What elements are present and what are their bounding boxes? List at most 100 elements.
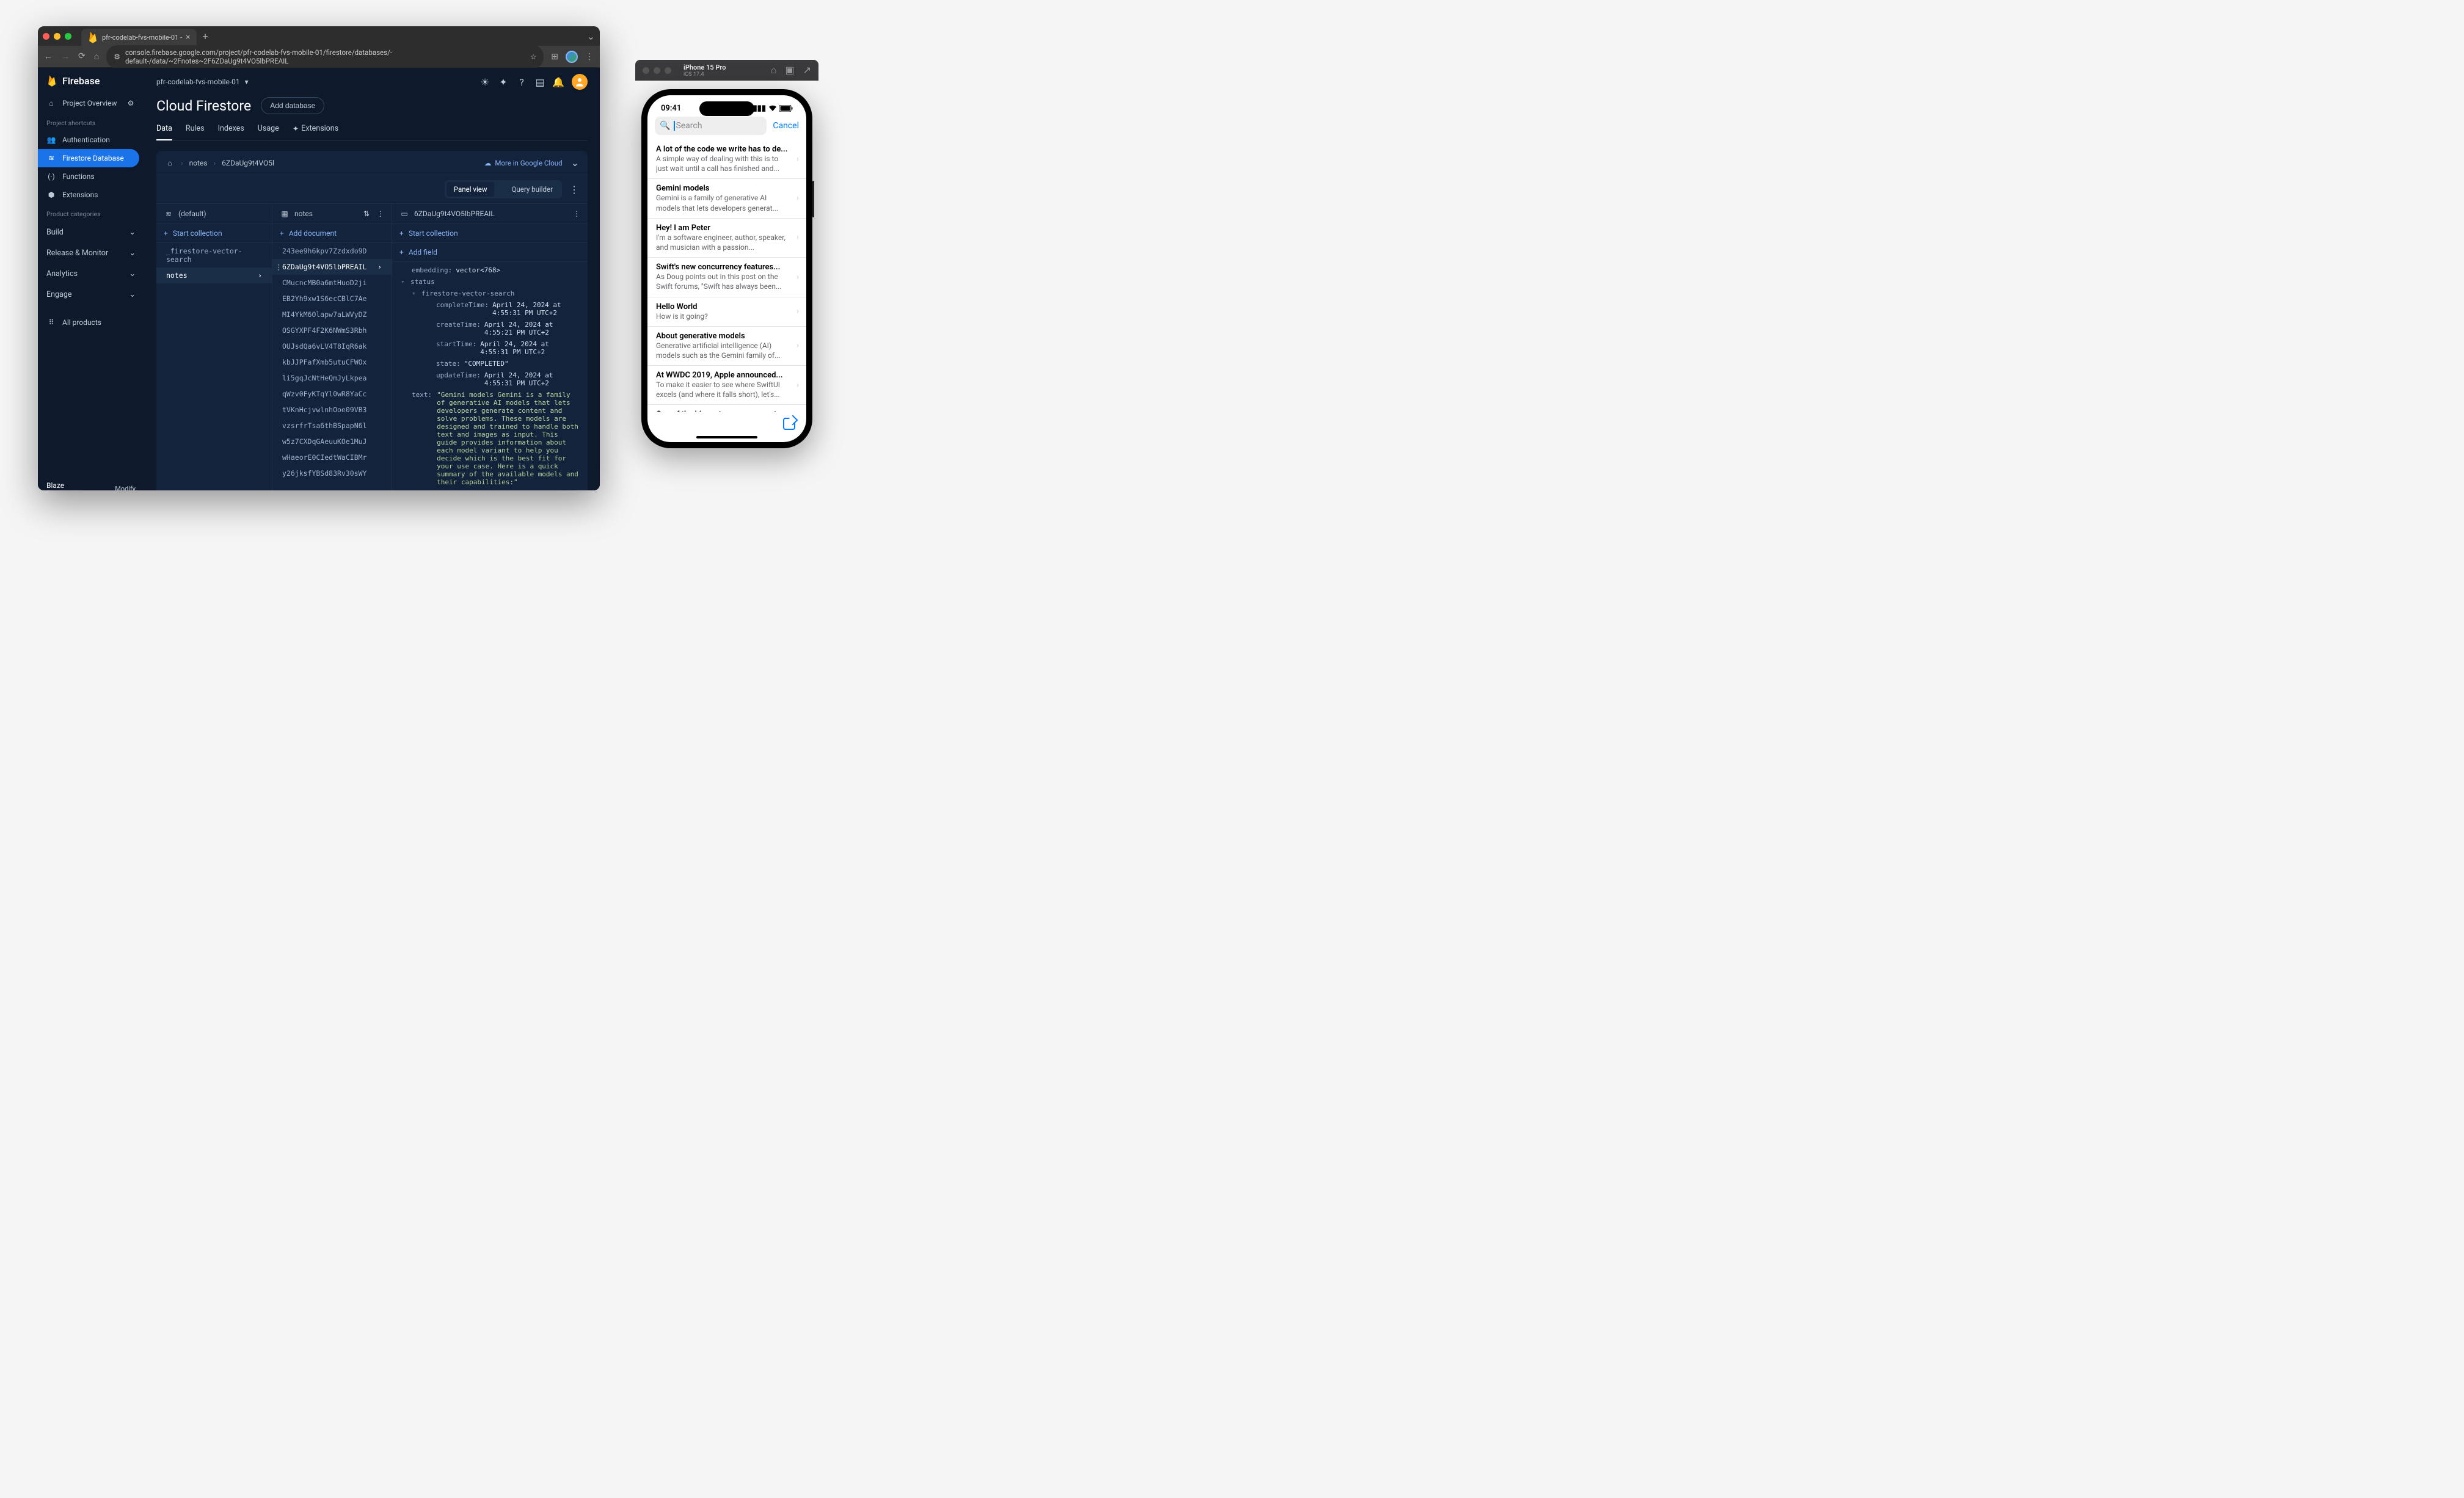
path-document[interactable]: 6ZDaUg9t4VO5l xyxy=(222,159,274,167)
sidebar-cat-engage[interactable]: Engage⌄ xyxy=(38,284,144,305)
browser-tab[interactable]: pfr-codelab-fvs-mobile-01 - × xyxy=(81,29,197,46)
gear-icon[interactable]: ⚙ xyxy=(126,98,136,108)
query-builder-button[interactable]: Query builder xyxy=(504,182,560,197)
document-item[interactable]: EB2Yh9xw1S6ecCBlC7Ae xyxy=(272,291,392,307)
sidebar-item-extensions[interactable]: ⬢Extensions xyxy=(38,186,144,204)
profile-avatar-icon[interactable] xyxy=(566,51,578,63)
field-row[interactable]: state: "COMPLETED" xyxy=(392,358,588,369)
extensions-icon[interactable]: ⊞ xyxy=(551,52,558,62)
field-row[interactable]: text: "Gemini models Gemini is a family … xyxy=(392,389,588,488)
document-item[interactable]: qWzv0FyKTqYl0wR8YaCc xyxy=(272,386,392,402)
sidebar-cat-release[interactable]: Release & Monitor⌄ xyxy=(38,242,144,263)
project-selector[interactable]: pfr-codelab-fvs-mobile-01 ▾ xyxy=(156,78,249,86)
compose-button[interactable] xyxy=(783,418,795,430)
home-icon[interactable]: ⌂ xyxy=(165,158,175,168)
more-menu-icon[interactable]: ⋮ xyxy=(377,209,384,218)
field-row[interactable]: embedding: vector<768> xyxy=(392,264,588,276)
theme-toggle-icon[interactable]: ☀ xyxy=(480,77,490,87)
home-icon[interactable]: ⌂ xyxy=(771,64,777,76)
panel-view-button[interactable]: Panel view xyxy=(447,182,495,197)
document-item[interactable]: OSGYXPF4F2K6NWmS3Rbh xyxy=(272,322,392,338)
filter-icon[interactable]: ⇅ xyxy=(363,209,370,218)
tab-extensions[interactable]: ✦Extensions xyxy=(293,124,338,140)
field-row[interactable]: completeTime: April 24, 2024 at 4:55:31 … xyxy=(392,299,588,319)
window-traffic-lights[interactable] xyxy=(43,33,71,40)
more-menu-icon[interactable]: ⋮ xyxy=(569,184,579,195)
collection-item[interactable]: _firestore-vector-search xyxy=(156,243,272,267)
document-item[interactable]: y26jksfYBSd83Rv30sWY xyxy=(272,465,392,481)
sidebar-item-functions[interactable]: (·)Functions xyxy=(38,167,144,186)
bookmark-icon[interactable]: ☆ xyxy=(530,53,536,61)
note-item[interactable]: Hey! I am PeterI'm a software engineer, … xyxy=(647,219,806,258)
more-in-cloud-link[interactable]: ☁More in Google Cloud xyxy=(484,159,563,167)
add-database-button[interactable]: Add database xyxy=(261,97,324,114)
note-item[interactable]: At WWDC 2019, Apple announced...To make … xyxy=(647,366,806,405)
more-menu-icon[interactable]: ⋮ xyxy=(573,209,580,218)
note-item[interactable]: Gemini modelsGemini is a family of gener… xyxy=(647,179,806,218)
document-item[interactable]: wHaeorE0CIedtWaCIBMr xyxy=(272,449,392,465)
modify-plan-button[interactable]: Modify xyxy=(115,485,136,490)
document-item[interactable]: 243ee9h6kpv7Zzdxdo9D xyxy=(272,243,392,259)
document-item[interactable]: CMucncMB0a6mtHuoD2ji xyxy=(272,275,392,291)
sidebar-item-firestore[interactable]: ≋Firestore Database xyxy=(38,149,139,167)
collection-item[interactable]: notes› xyxy=(156,267,272,283)
tab-close-icon[interactable]: × xyxy=(186,32,190,42)
document-item[interactable]: vzsrfrTsa6thBSpapN6l xyxy=(272,418,392,434)
site-settings-icon[interactable]: ⚙ xyxy=(114,53,120,61)
search-input[interactable]: 🔍 Search xyxy=(655,117,767,135)
cancel-button[interactable]: Cancel xyxy=(773,121,799,131)
chevron-down-icon[interactable]: ⌄ xyxy=(587,31,595,42)
document-item[interactable]: w5z7CXDqGAeuuKOe1MuJ xyxy=(272,434,392,449)
notes-icon[interactable]: ▤ xyxy=(535,77,545,87)
note-item[interactable]: A lot of the code we write has to de...A… xyxy=(647,140,806,179)
reload-icon[interactable]: ⟳ xyxy=(78,51,86,62)
note-item[interactable]: About generative modelsGenerative artifi… xyxy=(647,327,806,366)
screenshot-icon[interactable]: ▣ xyxy=(785,64,794,76)
forward-icon[interactable]: → xyxy=(61,51,70,62)
address-bar[interactable]: ⚙ console.firebase.google.com/project/pf… xyxy=(106,45,544,68)
document-item[interactable]: MI4YkM6Olapw7aLWVyDZ xyxy=(272,307,392,322)
path-collection[interactable]: notes xyxy=(189,159,208,167)
tab-usage[interactable]: Usage xyxy=(258,124,279,140)
home-icon[interactable]: ⌂ xyxy=(94,51,99,62)
note-item[interactable]: Hello WorldHow is it going?› xyxy=(647,297,806,327)
sidebar-item-authentication[interactable]: 👥Authentication xyxy=(38,131,144,149)
all-products-link[interactable]: ⠿All products xyxy=(38,313,144,332)
field-row[interactable]: ▾firestore-vector-search xyxy=(392,288,588,299)
home-indicator[interactable] xyxy=(696,436,757,438)
back-icon[interactable]: ← xyxy=(44,51,53,62)
user-avatar[interactable] xyxy=(572,74,588,90)
external-icon[interactable]: ↗ xyxy=(803,64,811,76)
document-item[interactable]: kbJJPFafXmb5utuCFWOx xyxy=(272,354,392,370)
document-item[interactable]: OUJsdQa6vLV4T8IqR6ak xyxy=(272,338,392,354)
window-traffic-lights[interactable] xyxy=(643,67,671,74)
add-field-button[interactable]: +Add field xyxy=(392,243,588,262)
field-row[interactable]: startTime: April 24, 2024 at 4:55:31 PM … xyxy=(392,338,588,358)
help-icon[interactable]: ? xyxy=(517,77,527,87)
tab-rules[interactable]: Rules xyxy=(186,124,205,140)
tab-indexes[interactable]: Indexes xyxy=(218,124,244,140)
document-item[interactable]: li5gqJcNtHeQmJyLkpea xyxy=(272,370,392,386)
field-row[interactable]: updateTime: April 24, 2024 at 4:55:31 PM… xyxy=(392,369,588,389)
new-tab-button[interactable]: + xyxy=(203,31,208,42)
sidebar-cat-build[interactable]: Build⌄ xyxy=(38,222,144,242)
spark-icon[interactable]: ✦ xyxy=(498,77,508,87)
note-item[interactable]: Swift's new concurrency features...As Do… xyxy=(647,258,806,297)
chevron-down-icon[interactable]: ⌄ xyxy=(571,157,579,169)
field-row[interactable]: createTime: April 24, 2024 at 4:55:21 PM… xyxy=(392,319,588,338)
sidebar-cat-analytics[interactable]: Analytics⌄ xyxy=(38,263,144,284)
start-collection-button[interactable]: +Start collection xyxy=(392,224,588,243)
note-item[interactable]: One of the biggest announcements...In th… xyxy=(647,405,806,412)
field-row[interactable]: ▾status xyxy=(392,276,588,288)
document-item[interactable]: tVKnHcjvwlnhOoe09VB3 xyxy=(272,402,392,418)
notes-list[interactable]: A lot of the code we write has to de...A… xyxy=(647,140,806,412)
tab-data[interactable]: Data xyxy=(156,124,172,140)
project-overview-link[interactable]: ⌂Project Overview ⚙ xyxy=(38,93,144,113)
field-row[interactable]: userId: "pOeHfwsbU1ODjatMdhSPk5kTlH43" xyxy=(392,488,588,490)
browser-menu-icon[interactable]: ⋮ xyxy=(585,52,594,62)
start-collection-button[interactable]: +Start collection xyxy=(156,224,272,243)
firebase-brand[interactable]: Firebase xyxy=(38,68,144,93)
add-document-button[interactable]: +Add document xyxy=(272,224,392,243)
notifications-icon[interactable]: 🔔 xyxy=(553,77,563,87)
document-item[interactable]: ⋮6ZDaUg9t4VO5lbPREAIL› xyxy=(272,259,392,275)
